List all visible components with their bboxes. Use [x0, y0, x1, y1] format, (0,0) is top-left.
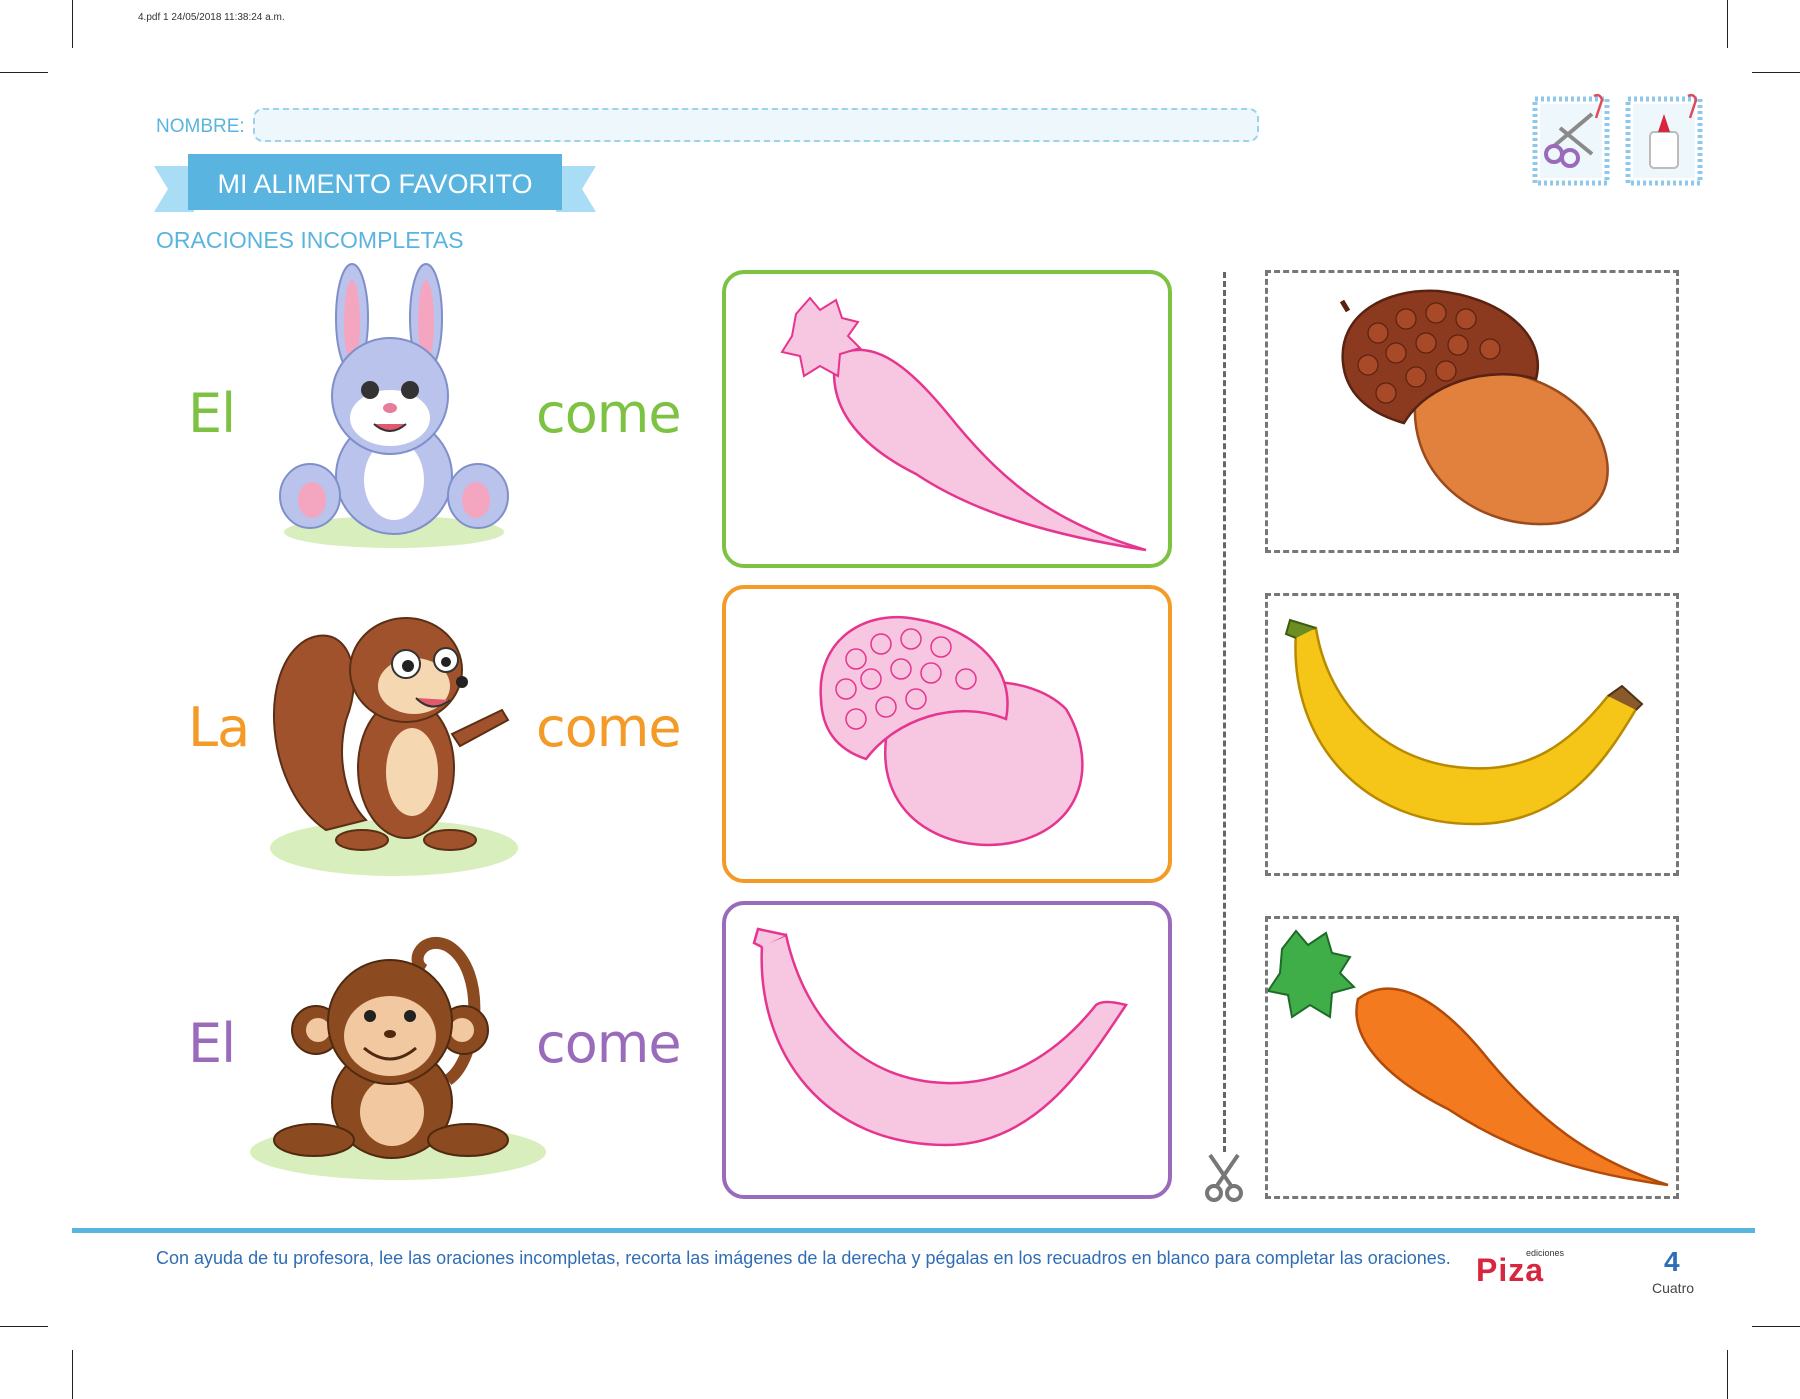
monkey-illustration — [250, 937, 546, 1180]
paste-box-2[interactable] — [722, 585, 1172, 883]
title-ribbon: MI ALIMENTO FAVORITO — [154, 154, 596, 212]
scissors-cut-icon — [1205, 1153, 1243, 1202]
cutout-acorn[interactable] — [1265, 270, 1679, 553]
page-title: MI ALIMENTO FAVORITO — [217, 169, 532, 199]
row-2-verb: come — [536, 696, 682, 759]
crop-mark — [1727, 0, 1728, 48]
row-1-article: El — [188, 382, 236, 445]
publisher-logo: ediciones Piza — [1476, 1248, 1564, 1289]
crop-mark — [72, 0, 73, 48]
row-3-verb: come — [536, 1012, 682, 1075]
print-info: 4.pdf 1 24/05/2018 11:38:24 a.m. — [138, 12, 285, 23]
crop-mark — [0, 72, 48, 73]
carrot-image — [1268, 929, 1669, 1187]
paste-box-3[interactable] — [722, 901, 1172, 1199]
page-number-word: Cuatro — [1652, 1280, 1695, 1296]
banana-outline — [752, 927, 1129, 1147]
page-subtitle: ORACIONES INCOMPLETAS — [156, 227, 464, 253]
page-number: 4 — [1664, 1246, 1680, 1277]
scissors-icon — [1532, 93, 1610, 186]
paste-box-1[interactable] — [722, 270, 1172, 568]
brand-small: ediciones — [1526, 1248, 1565, 1258]
footer-rule — [72, 1228, 1755, 1233]
row-3-article: El — [188, 1012, 236, 1075]
cutout-carrot[interactable] — [1265, 916, 1679, 1199]
crop-mark — [1752, 72, 1800, 73]
row-2-article: La — [188, 696, 250, 759]
banana-image — [1284, 618, 1644, 826]
squirrel-illustration — [270, 617, 518, 876]
name-field[interactable] — [253, 108, 1259, 142]
rabbit-illustration — [279, 263, 509, 548]
crop-mark — [72, 1350, 73, 1399]
acorn-outline — [819, 615, 1084, 847]
cut-line — [1223, 272, 1226, 1152]
crop-mark — [0, 1326, 48, 1327]
row-1-verb: come — [536, 382, 682, 445]
glue-icon — [1625, 93, 1703, 186]
crop-mark — [1727, 1350, 1728, 1399]
instructions: Con ayuda de tu profesora, lee las oraci… — [156, 1248, 1451, 1268]
name-label: NOMBRE: — [156, 116, 245, 137]
cutout-banana[interactable] — [1265, 593, 1679, 876]
carrot-outline — [780, 296, 1147, 552]
crop-mark — [1752, 1326, 1800, 1327]
acorn-image — [1339, 289, 1609, 526]
